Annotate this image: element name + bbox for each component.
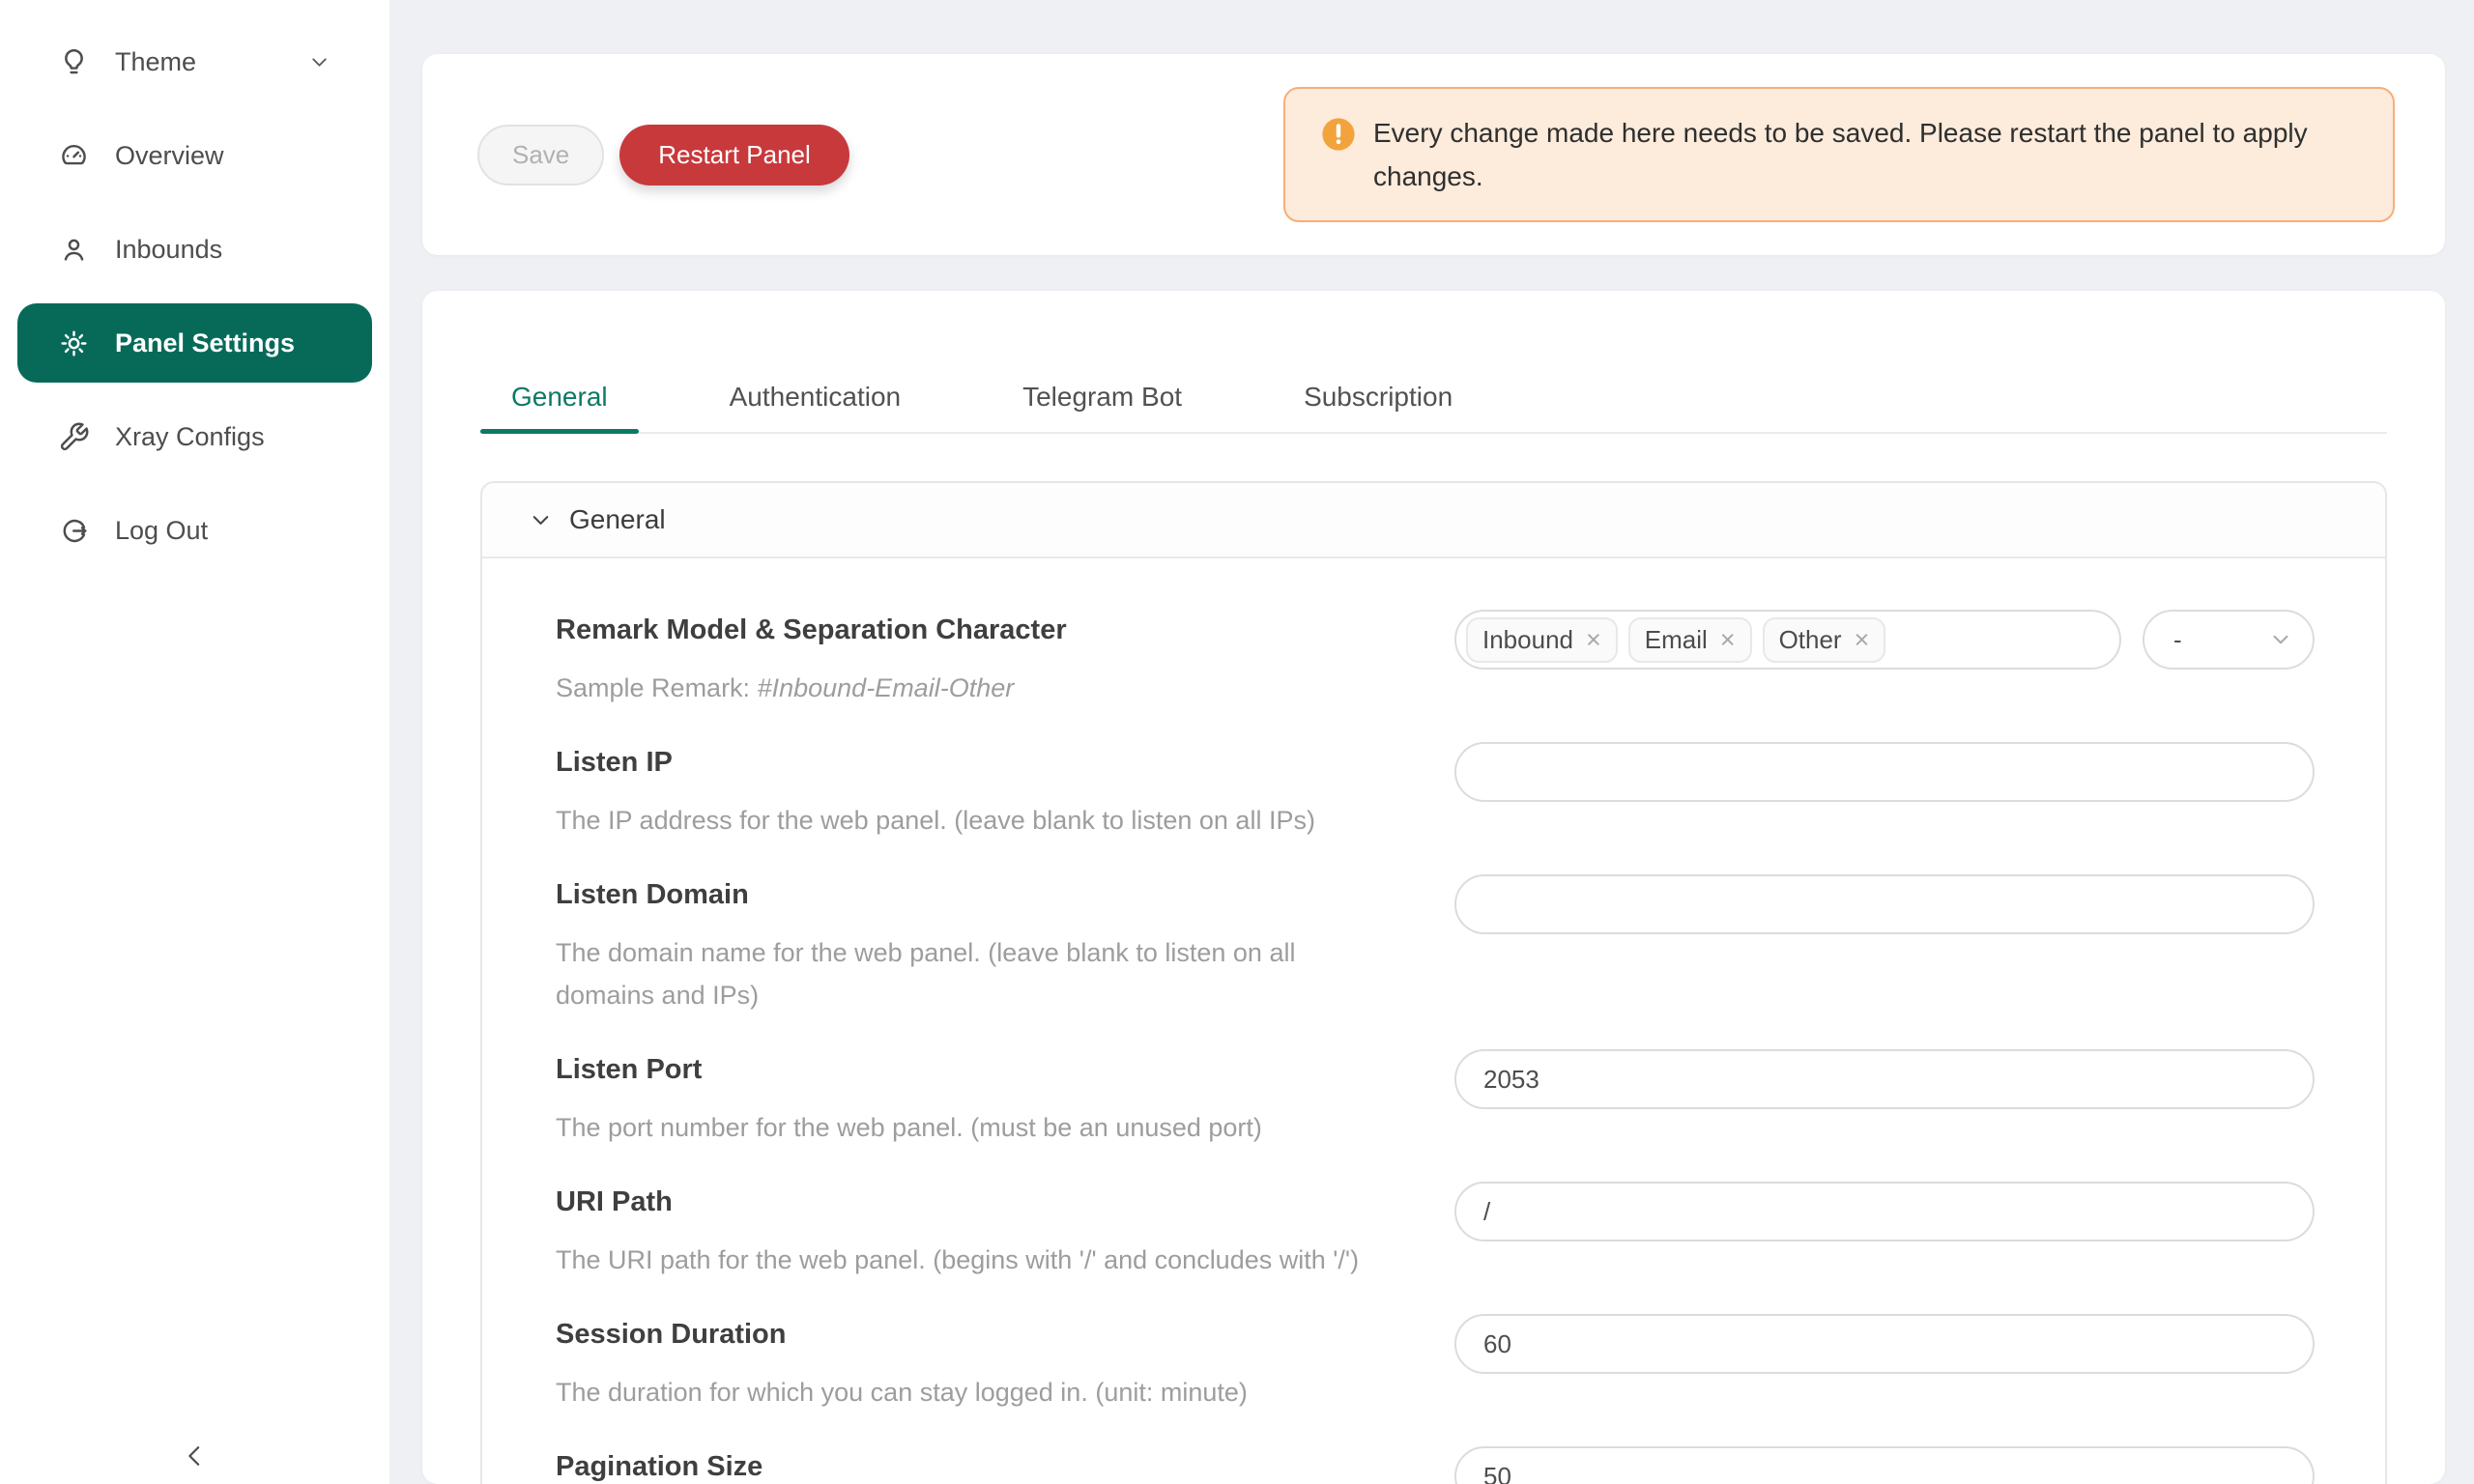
form-row-session-duration: Session Duration The duration for which y… bbox=[556, 1321, 2315, 1413]
general-collapse-header[interactable]: General bbox=[482, 483, 2385, 558]
form-row-remark-model-separation-character: Remark Model & Separation Character Sampl… bbox=[556, 616, 2315, 709]
sidebar-item-inbounds[interactable]: Inbounds bbox=[17, 210, 372, 289]
separator-select[interactable]: - bbox=[2143, 610, 2315, 670]
sidebar-item-log-out[interactable]: Log Out bbox=[17, 491, 372, 570]
restart-panel-button[interactable]: Restart Panel bbox=[619, 125, 849, 186]
pagination-size-input[interactable] bbox=[1454, 1446, 2315, 1484]
sidebar-item-label: Overview bbox=[115, 141, 224, 171]
form-row-pagination-size: Pagination Size bbox=[556, 1453, 2315, 1484]
warning-icon bbox=[1320, 116, 1357, 153]
listen-port-input[interactable] bbox=[1454, 1049, 2315, 1109]
sidebar-collapse-button[interactable] bbox=[0, 1441, 389, 1470]
settings-card: General Authentication Telegram Bot Subscri… bbox=[422, 291, 2445, 1484]
sidebar-item-label: Xray Configs bbox=[115, 422, 265, 452]
sidebar-item-overview[interactable]: Overview bbox=[17, 116, 372, 195]
field-text: URI Path The URI path for the web panel. … bbox=[556, 1188, 1359, 1281]
chevron-down-icon bbox=[2268, 627, 2293, 652]
remove-tag-icon[interactable]: × bbox=[1720, 627, 1736, 653]
general-collapse-panel: General Remark Model & Separation Charac… bbox=[480, 481, 2387, 1484]
tag-other: Other× bbox=[1763, 617, 1886, 663]
user-icon bbox=[58, 234, 90, 266]
wrench-icon bbox=[58, 421, 90, 453]
field-description: The port number for the web panel. (must… bbox=[556, 1106, 1262, 1149]
field-description: The URI path for the web panel. (begins … bbox=[556, 1239, 1359, 1281]
alert-text: Every change made here needs to be saved… bbox=[1373, 111, 2364, 199]
field-text: Pagination Size bbox=[556, 1453, 762, 1481]
restart-warning-alert: Every change made here needs to be saved… bbox=[1283, 87, 2395, 223]
field-control: Inbound×Email×Other× - bbox=[1454, 610, 2315, 670]
settings-tabs: General Authentication Telegram Bot Subscri… bbox=[480, 362, 2387, 434]
tab-authentication[interactable]: Authentication bbox=[699, 362, 932, 432]
tab-subscription[interactable]: Subscription bbox=[1273, 362, 1483, 432]
remove-tag-icon[interactable]: × bbox=[1855, 627, 1870, 653]
field-text: Listen IP The IP address for the web pane… bbox=[556, 749, 1315, 842]
main-content: Save Restart Panel Every change made her… bbox=[389, 0, 2474, 1484]
sidebar-item-label: Inbounds bbox=[115, 235, 222, 265]
chevron-left-icon bbox=[181, 1441, 210, 1470]
tab-general[interactable]: General bbox=[480, 362, 639, 432]
chevron-down-icon bbox=[528, 507, 554, 533]
field-label: Listen Domain bbox=[556, 881, 1367, 909]
gear-icon bbox=[58, 328, 90, 359]
bulb-icon bbox=[58, 46, 90, 78]
field-control bbox=[1454, 742, 2315, 802]
sidebar-item-panel-settings[interactable]: Panel Settings bbox=[17, 303, 372, 383]
tag-email: Email× bbox=[1628, 617, 1752, 663]
separator-value: - bbox=[2173, 625, 2182, 655]
actions-card: Save Restart Panel Every change made her… bbox=[422, 54, 2445, 255]
sidebar-item-label: Log Out bbox=[115, 516, 208, 546]
listen-domain-input[interactable] bbox=[1454, 874, 2315, 934]
field-text: Remark Model & Separation Character Sampl… bbox=[556, 616, 1067, 709]
uri-path-input[interactable] bbox=[1454, 1182, 2315, 1241]
field-text: Session Duration The duration for which y… bbox=[556, 1321, 1248, 1413]
sidebar-item-theme[interactable]: Theme bbox=[17, 22, 372, 101]
field-label: Pagination Size bbox=[556, 1453, 762, 1481]
gauge-icon bbox=[58, 140, 90, 172]
sidebar: Theme Overview Inbounds Panel Settings Xray … bbox=[0, 0, 389, 1484]
sidebar-item-label: Theme bbox=[115, 47, 196, 77]
section-title: General bbox=[569, 504, 666, 535]
field-control bbox=[1454, 1182, 2315, 1241]
sidebar-item-xray-configs[interactable]: Xray Configs bbox=[17, 397, 372, 476]
field-label: Remark Model & Separation Character bbox=[556, 616, 1067, 644]
session-duration-input[interactable] bbox=[1454, 1314, 2315, 1374]
save-button[interactable]: Save bbox=[477, 125, 604, 186]
form-row-listen-domain: Listen Domain The domain name for the web… bbox=[556, 881, 2315, 1016]
field-description: The duration for which you can stay logg… bbox=[556, 1371, 1248, 1413]
chevron-down-icon bbox=[307, 50, 331, 74]
listen-ip-input[interactable] bbox=[1454, 742, 2315, 802]
remove-tag-icon[interactable]: × bbox=[1586, 627, 1601, 653]
sidebar-nav: Theme Overview Inbounds Panel Settings Xray … bbox=[0, 0, 389, 570]
field-label: Session Duration bbox=[556, 1321, 1248, 1349]
sidebar-item-label: Panel Settings bbox=[115, 328, 295, 358]
logout-icon bbox=[58, 515, 90, 547]
tab-telegram-bot[interactable]: Telegram Bot bbox=[992, 362, 1213, 432]
tag-inbound: Inbound× bbox=[1466, 617, 1618, 663]
field-control bbox=[1454, 1049, 2315, 1109]
form-row-listen-port: Listen Port The port number for the web p… bbox=[556, 1056, 2315, 1149]
field-control bbox=[1454, 1446, 2315, 1484]
field-label: Listen Port bbox=[556, 1056, 1262, 1084]
field-label: URI Path bbox=[556, 1188, 1359, 1216]
remark-model-tags-input[interactable]: Inbound×Email×Other× bbox=[1454, 610, 2121, 670]
field-text: Listen Domain The domain name for the web… bbox=[556, 881, 1367, 1016]
field-description: Sample Remark: #Inbound-Email-Other bbox=[556, 667, 1067, 709]
field-control bbox=[1454, 874, 2315, 934]
general-form: Remark Model & Separation Character Sampl… bbox=[482, 558, 2385, 1484]
form-row-uri-path: URI Path The URI path for the web panel. … bbox=[556, 1188, 2315, 1281]
field-description: The domain name for the web panel. (leav… bbox=[556, 931, 1367, 1016]
field-description: The IP address for the web panel. (leave… bbox=[556, 799, 1315, 842]
field-control bbox=[1454, 1314, 2315, 1374]
form-row-listen-ip: Listen IP The IP address for the web pane… bbox=[556, 749, 2315, 842]
field-label: Listen IP bbox=[556, 749, 1315, 777]
field-text: Listen Port The port number for the web p… bbox=[556, 1056, 1262, 1149]
